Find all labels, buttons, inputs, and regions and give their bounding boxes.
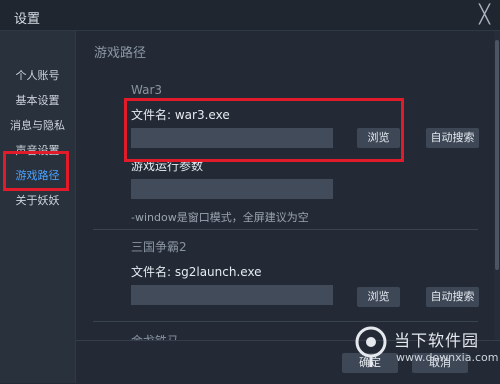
close-icon[interactable]: ╳ (479, 4, 490, 25)
window-title: 设置 (14, 12, 41, 27)
sanguo-file-label: 文件名: sg2launch.exe (131, 265, 262, 279)
war3-autosearch-button[interactable]: 自动搜索 (426, 128, 479, 148)
sanguo-path-input[interactable] (131, 285, 333, 305)
footer: 确定 取消 (76, 340, 500, 384)
sanguo-autosearch-button[interactable]: 自动搜索 (426, 287, 479, 307)
scrollbar-thumb[interactable] (495, 40, 499, 270)
section-title: 游戏路径 (94, 46, 147, 61)
war3-args-input[interactable] (131, 179, 333, 199)
sidebar-item-message-privacy[interactable]: 消息与隐私 (0, 117, 75, 133)
divider (93, 321, 478, 322)
game-name-sanguo: 三国争霸2 (131, 240, 187, 254)
sidebar-item-sound[interactable]: 声音设置 (0, 142, 75, 158)
title-bar: 设置 ╳ (0, 0, 500, 31)
war3-args-label: 游戏运行参数 (131, 159, 204, 173)
sidebar-item-basic-settings[interactable]: 基本设置 (0, 92, 75, 108)
war3-file-label: 文件名: war3.exe (131, 108, 230, 122)
ok-button[interactable]: 确定 (342, 353, 398, 373)
sidebar-item-account[interactable]: 个人账号 (0, 67, 75, 83)
war3-path-input[interactable] (131, 128, 333, 148)
war3-browse-button[interactable]: 浏览 (357, 128, 400, 148)
sidebar: 个人账号 基本设置 消息与隐私 声音设置 游戏路径 关于妖妖 (0, 31, 76, 383)
sanguo-browse-button[interactable]: 浏览 (357, 287, 400, 307)
sidebar-item-game-path[interactable]: 游戏路径 (0, 167, 75, 183)
war3-args-hint: -window是窗口模式，全屏建议为空 (131, 211, 309, 224)
game-name-war3: War3 (131, 83, 163, 97)
divider (93, 229, 478, 230)
cancel-button[interactable]: 取消 (412, 353, 468, 373)
main-content: 游戏路径 War3 文件名: war3.exe 浏览 自动搜索 游戏运行参数 -… (76, 31, 500, 383)
sidebar-item-about[interactable]: 关于妖妖 (0, 192, 75, 208)
